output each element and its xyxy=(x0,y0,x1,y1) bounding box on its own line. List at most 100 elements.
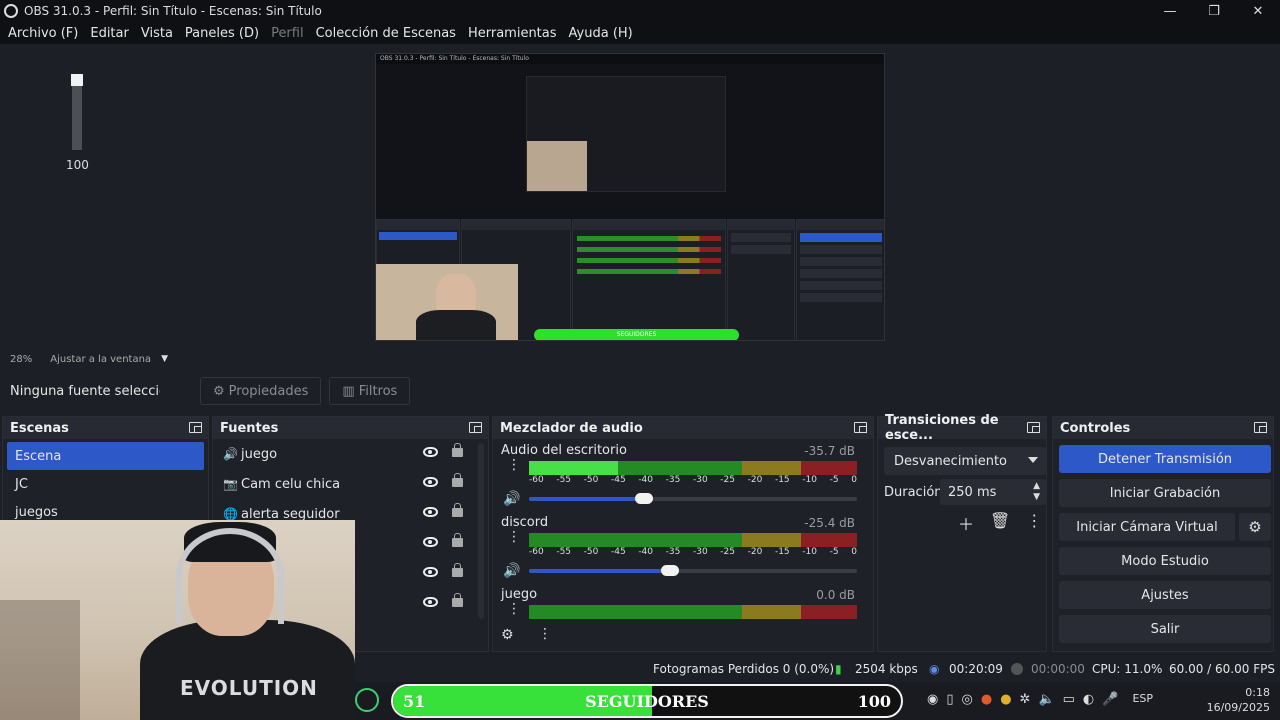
game-icon[interactable]: ◎ xyxy=(962,692,973,707)
undock-icon[interactable] xyxy=(854,422,867,433)
lock-icon[interactable] xyxy=(452,593,463,607)
menu-edit[interactable]: Editar xyxy=(90,26,129,41)
menu-file[interactable]: Archivo (F) xyxy=(8,26,78,41)
trash-icon[interactable]: 🗑 xyxy=(990,511,1010,535)
lock-icon[interactable] xyxy=(452,443,463,457)
filters-button[interactable]: ▥ Filtros xyxy=(329,377,411,405)
record-tray-icon[interactable]: ● xyxy=(981,692,992,707)
start-recording-button[interactable]: Iniciar Grabación xyxy=(1059,479,1271,507)
volume-slider[interactable] xyxy=(529,493,857,504)
dropped-frames: Fotogramas Perdidos 0 (0.0%) xyxy=(653,662,835,676)
chevron-up-icon[interactable]: ▲ xyxy=(1033,481,1040,491)
virtual-camera-gear-icon[interactable]: ⚙ xyxy=(1239,513,1271,541)
volume-knob[interactable] xyxy=(71,74,83,86)
advanced-audio-gear-icon[interactable]: ⚙ xyxy=(501,627,514,643)
fit-window-label[interactable]: Ajustar a la ventana xyxy=(50,354,151,365)
undock-icon[interactable] xyxy=(189,422,202,433)
chrome-icon[interactable]: ● xyxy=(1000,692,1011,707)
chevron-down-icon[interactable]: ▼ xyxy=(1033,492,1040,502)
nested-webcam xyxy=(376,264,518,340)
menu-bar: Archivo (F) Editar Vista Paneles (D) Per… xyxy=(0,22,1280,44)
discord-icon[interactable]: ◐ xyxy=(1083,692,1094,707)
controls-dock-header: Controles xyxy=(1053,417,1273,439)
slider-thumb[interactable] xyxy=(634,493,653,504)
scene-item-jc[interactable]: JC xyxy=(7,470,204,498)
properties-button[interactable]: ⚙ Propiedades xyxy=(200,377,322,405)
network-icon[interactable]: ▭ xyxy=(1063,692,1075,707)
undock-icon[interactable] xyxy=(1027,422,1040,433)
menu-docks[interactable]: Paneles (D) xyxy=(185,26,259,41)
menu-help[interactable]: Ayuda (H) xyxy=(569,26,633,41)
duration-spinbox[interactable]: 250 ms ▲ ▼ xyxy=(940,479,1046,505)
meter-tick-label: -30 xyxy=(692,547,708,557)
filters-label: Filtros xyxy=(358,383,398,399)
title-bar: OBS 31.0.3 - Perfil: Sin Título - Escena… xyxy=(0,0,1280,22)
audio-mixer-dock: Mezclador de audio Audio del escritorio … xyxy=(492,416,874,652)
add-transition-plus-icon[interactable]: ＋ xyxy=(958,511,974,535)
volume-slider[interactable] xyxy=(529,565,857,576)
settings-tray-icon[interactable]: ✲ xyxy=(1020,692,1031,707)
studio-mode-button[interactable]: Modo Estudio xyxy=(1059,547,1271,575)
speaker-icon[interactable]: 🔊 xyxy=(503,563,520,579)
start-virtual-camera-button[interactable]: Iniciar Cámara Virtual xyxy=(1059,513,1235,541)
minimize-button[interactable]: — xyxy=(1148,0,1192,22)
undock-icon[interactable] xyxy=(1254,422,1267,433)
transitions-title: Transiciones de esce... xyxy=(885,413,999,443)
lock-icon[interactable] xyxy=(452,503,463,517)
meter-tick-label: -20 xyxy=(747,547,763,557)
obs-tray-icon[interactable]: ◉ xyxy=(927,692,938,707)
sources-dock-header: Fuentes xyxy=(213,417,488,439)
source-item-cam[interactable]: 📷 Cam celu chica xyxy=(213,469,488,499)
visibility-eye-icon[interactable] xyxy=(423,597,438,607)
whatsapp-icon[interactable] xyxy=(355,688,379,712)
undock-icon[interactable] xyxy=(469,422,482,433)
follower-goal-bar: 51 SEGUIDORES 100 xyxy=(391,684,903,718)
volume-tray-icon[interactable]: 🔈 xyxy=(1038,692,1054,707)
kebab-menu-icon[interactable]: ⋮ xyxy=(507,530,521,544)
settings-button[interactable]: Ajustes xyxy=(1059,581,1271,609)
maximize-button[interactable]: ❐ xyxy=(1192,0,1236,22)
speaker-icon: 🔊 xyxy=(223,447,238,461)
sources-scrollbar[interactable] xyxy=(478,443,484,619)
stop-streaming-button[interactable]: Detener Transmisión xyxy=(1059,445,1271,473)
visibility-eye-icon[interactable] xyxy=(423,477,438,487)
language-indicator[interactable]: ESP xyxy=(1132,692,1153,707)
visibility-eye-icon[interactable] xyxy=(423,567,438,577)
close-button[interactable]: ✕ xyxy=(1236,0,1280,22)
clock[interactable]: 0:18 16/09/2025 xyxy=(1207,685,1270,715)
source-name: Cam celu chica xyxy=(241,476,341,492)
exit-button[interactable]: Salir xyxy=(1059,615,1271,643)
source-item-juego[interactable]: 🔊 juego xyxy=(213,439,488,469)
kebab-menu-icon[interactable]: ⋮ xyxy=(538,626,552,642)
menu-tools[interactable]: Herramientas xyxy=(468,26,557,41)
visibility-eye-icon[interactable] xyxy=(423,537,438,547)
kebab-menu-icon[interactable]: ⋮ xyxy=(507,602,521,616)
preview-zoom-bar: 28% Ajustar a la ventana ▼ xyxy=(0,350,1280,368)
mic-icon[interactable]: 🎤 xyxy=(1102,692,1118,707)
chevron-down-icon[interactable]: ▼ xyxy=(161,354,168,364)
slider-thumb[interactable] xyxy=(661,565,680,576)
meter-tick-label: -10 xyxy=(802,475,817,485)
lock-icon[interactable] xyxy=(452,473,463,487)
menu-scene-collection[interactable]: Colección de Escenas xyxy=(316,26,456,41)
meter-tick-label: -40 xyxy=(638,475,654,485)
visibility-eye-icon[interactable] xyxy=(423,447,438,457)
meter-tick-label: -50 xyxy=(583,475,599,485)
speaker-icon[interactable]: 🔊 xyxy=(503,491,520,507)
menu-view[interactable]: Vista xyxy=(141,26,173,41)
preview-area[interactable]: 100 OBS 31.0.3 - Perfil: Sin Título - Es… xyxy=(0,44,1280,350)
kebab-menu-icon[interactable]: ⋮ xyxy=(1026,511,1042,535)
transition-select[interactable]: Desvanecimiento xyxy=(884,447,1046,475)
lock-icon[interactable] xyxy=(452,533,463,547)
scene-item-escena[interactable]: Escena xyxy=(7,442,204,470)
visibility-eye-icon[interactable] xyxy=(423,507,438,517)
kebab-menu-icon[interactable]: ⋮ xyxy=(507,458,521,472)
volume-meter xyxy=(529,533,857,547)
nested-obs-capture: OBS 31.0.3 - Perfil: Sin Título - Escena… xyxy=(375,53,885,341)
lock-icon[interactable] xyxy=(452,563,463,577)
usb-icon[interactable]: ▯ xyxy=(946,692,953,707)
preview-volume-slider[interactable] xyxy=(71,74,83,150)
meter-tick-label: -30 xyxy=(692,475,708,485)
controls-dock: Controles Detener Transmisión Iniciar Gr… xyxy=(1052,416,1274,652)
menu-profile: Perfil xyxy=(271,25,304,41)
